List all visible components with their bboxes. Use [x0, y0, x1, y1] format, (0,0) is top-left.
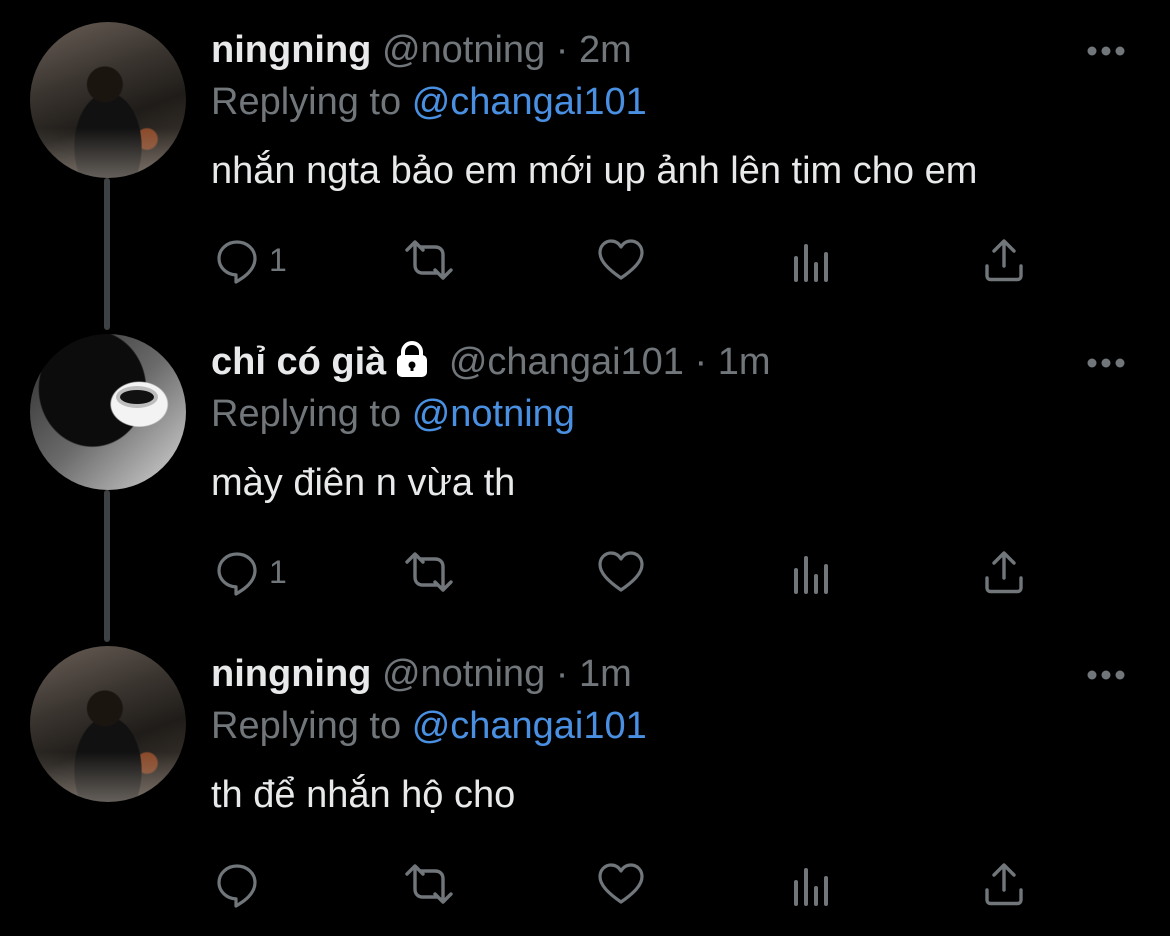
retweet-button[interactable] [399, 860, 459, 908]
tweet[interactable]: ningning @notning · 2m Replying to @chan… [0, 0, 1170, 312]
share-icon [981, 236, 1027, 284]
retweet-icon [399, 236, 459, 284]
share-icon [981, 548, 1027, 596]
display-name[interactable]: chỉ có già [211, 341, 386, 383]
more-icon[interactable] [1086, 356, 1126, 368]
tweet-header: ningning @notning · 2m [211, 28, 632, 72]
like-button[interactable] [596, 548, 646, 596]
analytics-icon [791, 860, 835, 908]
action-bar [211, 860, 1051, 908]
reply-button[interactable]: 1 [213, 548, 287, 596]
user-handle[interactable]: @notning [382, 653, 545, 695]
tweet-header: ningning @notning · 1m [211, 652, 632, 696]
separator-dot: · [694, 341, 708, 383]
tweet-text: nhắn ngta bảo em mới up ảnh lên tim cho … [211, 150, 978, 192]
display-name[interactable]: ningning [211, 29, 371, 71]
avatar[interactable] [30, 22, 186, 178]
analytics-button[interactable] [791, 548, 835, 596]
like-icon [596, 236, 646, 284]
more-icon[interactable] [1086, 668, 1126, 680]
avatar[interactable] [30, 334, 186, 490]
like-icon [596, 860, 646, 908]
retweet-icon [399, 548, 459, 596]
reply-icon [213, 860, 261, 908]
retweet-button[interactable] [399, 548, 459, 596]
user-handle[interactable]: @notning [382, 29, 545, 71]
user-handle[interactable]: @changai101 [449, 341, 684, 383]
analytics-icon [791, 548, 835, 596]
display-name[interactable]: ningning [211, 653, 371, 695]
tweet-text: th để nhắn hộ cho [211, 774, 516, 816]
timestamp[interactable]: 2m [579, 29, 632, 71]
share-button[interactable] [981, 860, 1027, 908]
separator-dot: · [555, 653, 569, 695]
replying-to: Replying to @notning [211, 392, 575, 436]
analytics-button[interactable] [791, 860, 835, 908]
separator-dot: · [555, 29, 569, 71]
analytics-button[interactable] [791, 236, 835, 284]
share-button[interactable] [981, 548, 1027, 596]
replying-to: Replying to @changai101 [211, 80, 647, 124]
tweet[interactable]: chỉ có già @changai101 · 1m Replying to … [0, 312, 1170, 624]
reply-count: 1 [269, 553, 287, 590]
share-icon [981, 860, 1027, 908]
action-bar: 1 [211, 548, 1051, 596]
replying-label: Replying to [211, 81, 402, 123]
share-button[interactable] [981, 236, 1027, 284]
mention-link[interactable]: @changai101 [412, 81, 647, 123]
mention-link[interactable]: @notning [412, 393, 575, 435]
replying-label: Replying to [211, 705, 402, 747]
reply-count: 1 [269, 241, 287, 278]
timestamp[interactable]: 1m [718, 341, 771, 383]
tweet[interactable]: ningning @notning · 1m Replying to @chan… [0, 624, 1170, 936]
avatar[interactable] [30, 646, 186, 802]
retweet-icon [399, 860, 459, 908]
replying-to: Replying to @changai101 [211, 704, 647, 748]
reply-icon [213, 548, 261, 596]
like-button[interactable] [596, 860, 646, 908]
timestamp[interactable]: 1m [579, 653, 632, 695]
more-icon[interactable] [1086, 44, 1126, 56]
mention-link[interactable]: @changai101 [412, 705, 647, 747]
action-bar: 1 [211, 236, 1051, 284]
analytics-icon [791, 236, 835, 284]
lock-icon [392, 340, 432, 388]
replying-label: Replying to [211, 393, 402, 435]
reply-button[interactable]: 1 [213, 236, 287, 284]
like-button[interactable] [596, 236, 646, 284]
reply-icon [213, 236, 261, 284]
reply-button[interactable] [213, 860, 269, 908]
tweet-text: mày điên n vừa th [211, 462, 516, 504]
like-icon [596, 548, 646, 596]
retweet-button[interactable] [399, 236, 459, 284]
tweet-header: chỉ có già @changai101 · 1m [211, 340, 771, 388]
